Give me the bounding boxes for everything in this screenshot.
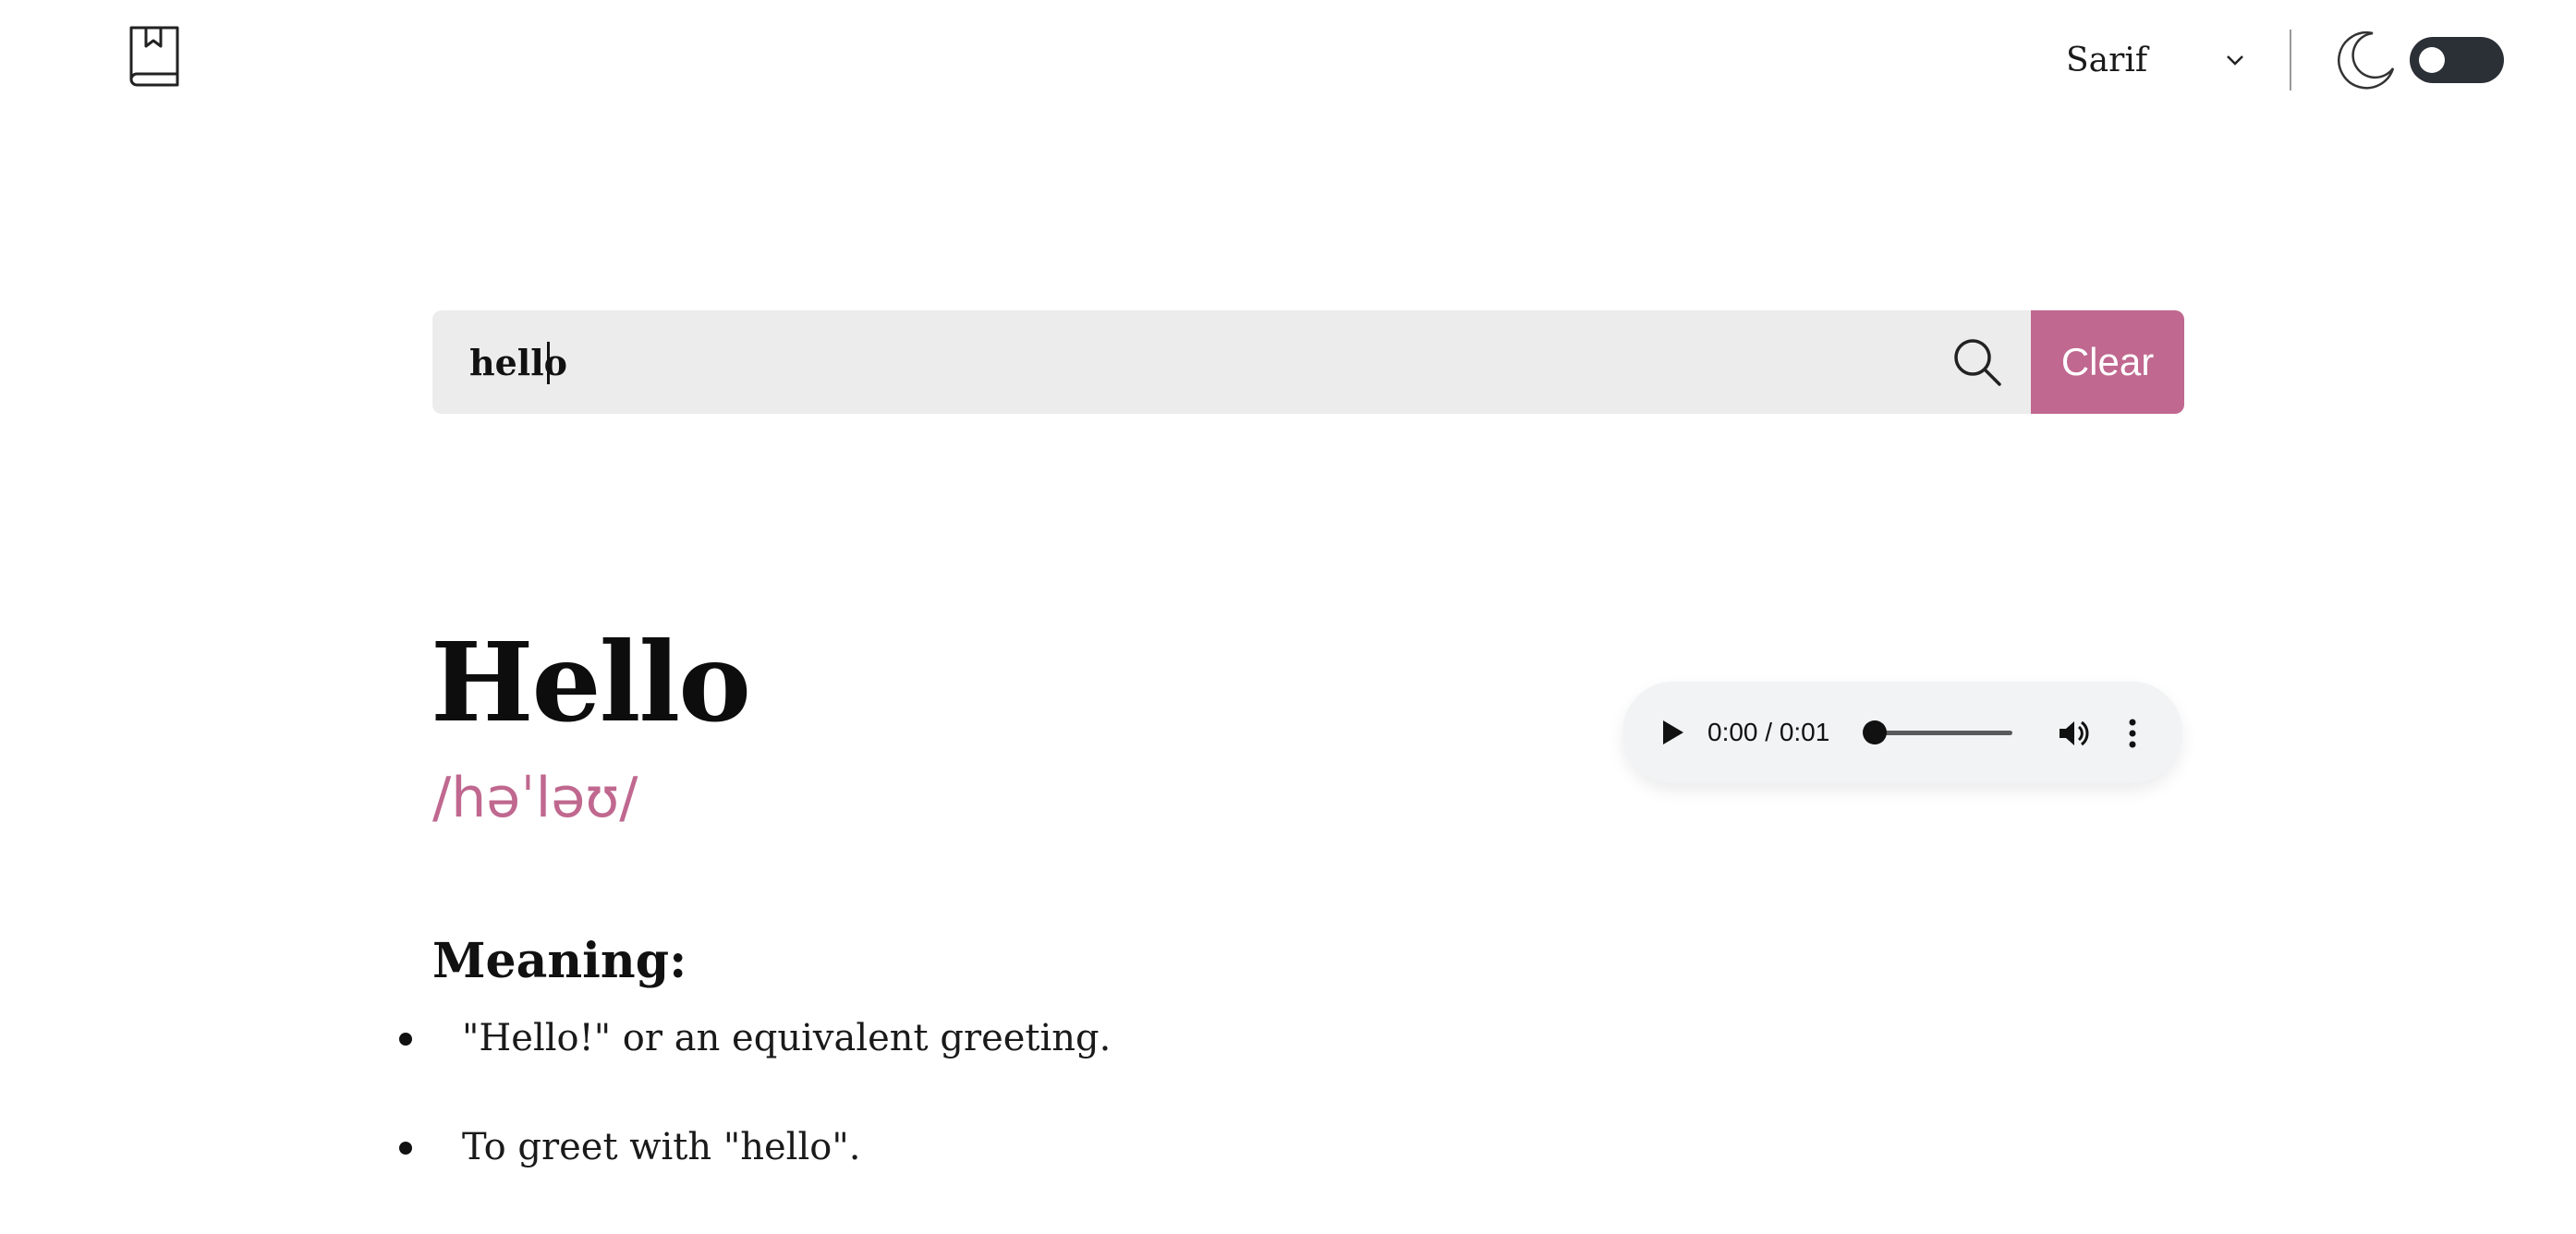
audio-time: 0:00 / 0:01 — [1707, 718, 1830, 746]
text-caret — [547, 342, 550, 384]
font-selector-value: Sarif — [2066, 41, 2148, 79]
audio-progress-track[interactable] — [1872, 731, 2012, 735]
audio-progress-thumb[interactable] — [1863, 720, 1887, 744]
moon-icon — [2336, 28, 2399, 91]
meaning-text: To greet with "hello". — [462, 1126, 861, 1168]
meaning-list: "Hello!" or an equivalent greeting. To g… — [395, 1016, 1111, 1234]
toggle-knob — [2419, 47, 2445, 73]
bullet-icon — [399, 1142, 412, 1155]
book-bookmark-icon[interactable] — [126, 22, 183, 91]
phonetic-text: /həˈləʊ/ — [432, 766, 638, 830]
meaning-heading: Meaning: — [432, 933, 687, 989]
clear-button[interactable]: Clear — [2031, 310, 2184, 414]
search-input[interactable] — [469, 310, 1892, 414]
dark-mode-toggle[interactable] — [2410, 37, 2504, 83]
list-item: To greet with "hello". — [395, 1125, 1111, 1234]
list-item: "Hello!" or an equivalent greeting. — [395, 1016, 1111, 1125]
font-selector[interactable]: Sarif — [2066, 31, 2251, 89]
bullet-icon — [399, 1033, 412, 1046]
word-title: Hello — [431, 618, 751, 746]
search-icon[interactable] — [1951, 336, 2003, 388]
header-divider — [2290, 30, 2291, 91]
more-vertical-icon[interactable] — [2123, 717, 2142, 750]
chevron-down-icon — [2227, 55, 2243, 66]
play-icon[interactable] — [1661, 719, 1685, 746]
meaning-text: "Hello!" or an equivalent greeting. — [462, 1017, 1112, 1059]
search-bar — [432, 310, 2031, 414]
volume-icon[interactable] — [2057, 717, 2090, 750]
